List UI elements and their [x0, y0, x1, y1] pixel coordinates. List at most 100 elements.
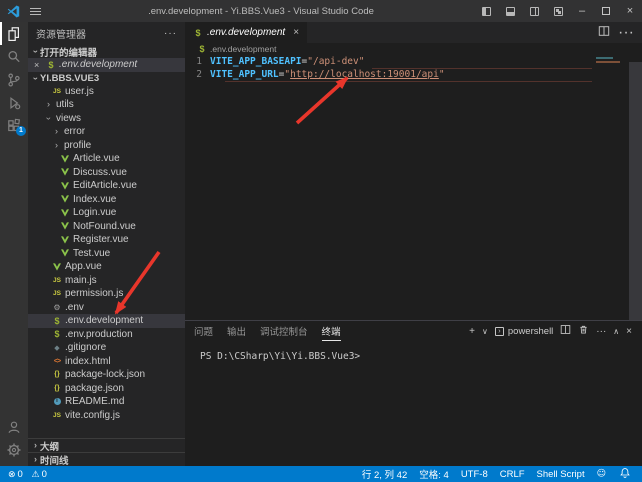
split-editor-icon[interactable]	[598, 24, 610, 42]
notifications-bell-icon[interactable]	[614, 467, 636, 481]
tree-item-README.md[interactable]: iREADME.md	[28, 395, 185, 409]
shell-selector[interactable]: › powershell	[495, 326, 553, 337]
tree-item-Index.vue[interactable]: Index.vue	[28, 193, 185, 207]
json-file-icon: {}	[52, 371, 62, 378]
status-item[interactable]: 空格: 4	[413, 467, 455, 481]
tree-item-permission.js[interactable]: JSpermission.js	[28, 287, 185, 301]
git-file-icon: ◆	[52, 344, 62, 352]
tree-item-user.js[interactable]: JSuser.js	[28, 85, 185, 99]
shell-file-icon: $	[193, 28, 203, 38]
settings-gear-icon[interactable]	[0, 438, 28, 461]
toggle-panel-icon[interactable]	[498, 0, 522, 22]
status-item[interactable]: Shell Script	[531, 469, 591, 480]
split-terminal-icon[interactable]	[560, 324, 571, 338]
tree-item-package.json[interactable]: {}package.json	[28, 382, 185, 396]
errors-icon: ⊗	[8, 470, 16, 480]
tree-item-label: error	[64, 126, 85, 137]
status-item[interactable]: UTF-8	[455, 469, 494, 480]
code-editor[interactable]: 1VITE_APP_BASEAPI="/api-dev"2VITE_APP_UR…	[185, 55, 642, 320]
menu-icon[interactable]	[30, 8, 41, 15]
toggle-sidebar-icon[interactable]	[474, 0, 498, 22]
open-editor-label: .env.development	[59, 59, 137, 70]
timeline-section[interactable]: › 时间线	[28, 452, 185, 466]
breadcrumb[interactable]: $ .env.development	[185, 43, 642, 55]
tree-item-Register.vue[interactable]: Register.vue	[28, 233, 185, 247]
tab-env-development[interactable]: $ .env.development ×	[185, 22, 307, 43]
explorer-icon[interactable]	[0, 22, 28, 45]
account-icon[interactable]	[0, 415, 28, 438]
tree-item-package-lock.json[interactable]: {}package-lock.json	[28, 368, 185, 382]
tree-item-Article.vue[interactable]: Article.vue	[28, 152, 185, 166]
js-file-icon: JS	[52, 412, 62, 419]
sidebar-more-actions-icon[interactable]: ···	[164, 28, 177, 39]
tree-item-.gitignore[interactable]: ◆.gitignore	[28, 341, 185, 355]
toggle-secondary-sidebar-icon[interactable]	[522, 0, 546, 22]
panel-tab-问题[interactable]: 问题	[194, 321, 213, 341]
tree-item-.env[interactable]: ⚙.env	[28, 301, 185, 315]
tree-item-profile[interactable]: ›profile	[28, 139, 185, 153]
new-terminal-icon[interactable]: +	[469, 326, 475, 337]
problems-status[interactable]: ⊗0 ⚠0	[8, 469, 47, 480]
source-control-icon[interactable]	[0, 68, 28, 91]
tree-item-label: Test.vue	[73, 248, 110, 259]
token-str: "/api-dev"	[307, 56, 364, 67]
tree-item-Test.vue[interactable]: Test.vue	[28, 247, 185, 261]
code-line-2[interactable]: 2VITE_APP_URL="http://localhost:19001/ap…	[185, 68, 642, 81]
code-line-1[interactable]: 1VITE_APP_BASEAPI="/api-dev"	[185, 55, 642, 68]
tree-item-utils[interactable]: ›utils	[28, 98, 185, 112]
tree-item-Login.vue[interactable]: Login.vue	[28, 206, 185, 220]
customize-layout-icon[interactable]	[546, 0, 570, 22]
tree-item-index.html[interactable]: <>index.html	[28, 355, 185, 369]
terminal-dropdown-icon[interactable]: ∨	[482, 327, 488, 336]
tree-item-label: Index.vue	[73, 194, 116, 205]
maximize-button[interactable]	[594, 0, 618, 22]
close-button[interactable]: ×	[618, 0, 642, 22]
tree-item-error[interactable]: ›error	[28, 125, 185, 139]
tree-item-label: package-lock.json	[65, 369, 145, 380]
js-file-icon: JS	[52, 290, 62, 297]
tree-item-views[interactable]: ›views	[28, 112, 185, 126]
url-link[interactable]: http://localhost:19001/api	[290, 69, 439, 80]
scrollbar[interactable]	[629, 62, 642, 320]
tree-item-EditArticle.vue[interactable]: EditArticle.vue	[28, 179, 185, 193]
status-item[interactable]: CRLF	[494, 469, 531, 480]
panel-more-actions-icon[interactable]: ···	[596, 326, 606, 337]
extensions-icon[interactable]: 1	[0, 114, 28, 137]
panel-tab-终端[interactable]: 终端	[322, 321, 341, 341]
minimize-button[interactable]: –	[570, 0, 594, 22]
search-icon[interactable]	[0, 45, 28, 68]
tree-item-.env.production[interactable]: $.env.production	[28, 328, 185, 342]
terminal-output[interactable]: PS D:\CSharp\Yi\Yi.BBS.Vue3>	[185, 341, 642, 362]
minimap[interactable]	[596, 55, 628, 73]
run-debug-icon[interactable]	[0, 91, 28, 114]
vscode-logo-icon	[7, 5, 20, 18]
status-item[interactable]: 行 2, 列 42	[356, 467, 413, 481]
chevron-down-icon: ›	[31, 74, 40, 83]
editor-more-actions-icon[interactable]: ···	[618, 24, 634, 42]
tree-item-.env.development[interactable]: $.env.development	[28, 314, 185, 328]
panel-tab-调试控制台[interactable]: 调试控制台	[260, 321, 308, 341]
open-editors-section[interactable]: › 打开的编辑器	[28, 45, 185, 58]
vscode-window: .env.development - Yi.BBS.Vue3 - Visual …	[0, 0, 642, 482]
html-file-icon: <>	[52, 358, 62, 365]
close-editor-icon[interactable]: ×	[34, 60, 44, 70]
tab-close-icon[interactable]: ×	[293, 27, 299, 38]
tree-item-label: profile	[64, 140, 91, 151]
tree-item-vite.config.js[interactable]: JSvite.config.js	[28, 409, 185, 423]
tree-item-NotFound.vue[interactable]: NotFound.vue	[28, 220, 185, 234]
feedback-icon[interactable]: ☺	[591, 469, 612, 479]
project-root-section[interactable]: › YI.BBS.VUE3	[28, 72, 185, 85]
tree-item-App.vue[interactable]: App.vue	[28, 260, 185, 274]
tree-item-label: utils	[56, 99, 74, 110]
activity-bar: 1	[0, 22, 28, 466]
panel-tab-输出[interactable]: 输出	[227, 321, 246, 341]
close-panel-icon[interactable]: ×	[626, 326, 632, 337]
file-tree: JSuser.js›utils›views›error›profileArtic…	[28, 85, 185, 439]
tree-item-Discuss.vue[interactable]: Discuss.vue	[28, 166, 185, 180]
tree-item-main.js[interactable]: JSmain.js	[28, 274, 185, 288]
kill-terminal-icon[interactable]	[578, 324, 589, 338]
open-editor-item[interactable]: × $ .env.development	[28, 58, 185, 72]
outline-section[interactable]: › 大纲	[28, 438, 185, 452]
maximize-panel-icon[interactable]: ∧	[613, 327, 619, 336]
info-file-icon: i	[52, 398, 62, 405]
